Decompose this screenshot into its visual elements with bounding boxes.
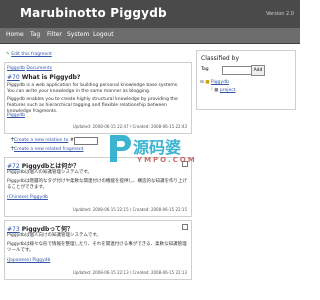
header: Marubinotto Piggydb Version 2.0 [0, 0, 300, 28]
tag-input[interactable] [222, 66, 252, 75]
breadcrumb-documents[interactable]: Documents [26, 66, 52, 71]
tag-piggydb[interactable]: Piggydb [7, 113, 25, 118]
fragment-70-panel: Piggydb Documents #70 What is Piggydb? P… [4, 62, 192, 134]
tree-item-project: └ ■ project [210, 88, 236, 93]
watermark-subtext: YMPO.COM [137, 156, 197, 164]
tree-item-piggydb: ⊟ ■ Piggydb [200, 80, 229, 85]
fragment-70-title: #70 What is Piggydb? [7, 74, 81, 81]
fragment-70-text-1: Piggydb is a web application for buildin… [7, 83, 179, 94]
nav-home[interactable]: Home [6, 31, 24, 38]
fragment-73-checkbox[interactable] [182, 224, 188, 230]
version-label: Version 2.0 [266, 11, 294, 17]
fragment-72-id[interactable]: #72 [7, 163, 20, 170]
edit-link-row: ✎ Edit this fragment [6, 52, 52, 57]
tag-tree: ⊟ ■ Piggydb └ ■ project [200, 80, 290, 102]
fragment-73-title: #73 Piggydbって何？ [7, 226, 74, 233]
fragment-73-meta: Updated: 2008-06-15 22:13 / Created: 200… [72, 270, 187, 275]
fragment-70-id[interactable]: #70 [7, 74, 20, 81]
fragment-73-panel: #73 Piggydbって何？ Piggydbは個人向けの知識管理システムです。… [4, 220, 192, 280]
fragment-72-tags: (Chinese) Piggydb [7, 195, 48, 200]
watermark-logo-icon [110, 135, 131, 162]
edit-icon: ✎ [6, 52, 10, 57]
fragment-72-meta: Updated: 2008-06-15 22:15 / Created: 200… [72, 207, 187, 212]
tag-japanese-piggydb[interactable]: (Japanese) Piggydb [7, 258, 50, 263]
create-related-fragment-link[interactable]: Create a new related fragment [14, 147, 83, 152]
tag-chinese-piggydb[interactable]: (Chinese) Piggydb [7, 195, 48, 200]
nav-system[interactable]: System [67, 31, 89, 38]
tag-field-label: Tag [201, 67, 209, 72]
breadcrumb-piggydb[interactable]: Piggydb [7, 66, 25, 71]
app-window: Marubinotto Piggydb Version 2.0 Home Tag… [0, 0, 300, 300]
app-title: Marubinotto Piggydb [20, 6, 167, 20]
breadcrumb: Piggydb Documents [7, 66, 52, 71]
fragment-73-id[interactable]: #73 [7, 226, 20, 233]
edit-fragment-link[interactable]: Edit this fragment [11, 52, 52, 57]
expand-icon[interactable]: ⊟ [200, 80, 204, 85]
fragment-70-text-2: Piggydb enables you to create highly str… [7, 97, 178, 114]
add-tag-button[interactable]: Add [251, 65, 265, 76]
nav-filter[interactable]: Filter [47, 31, 62, 38]
fragment-73-text-2: Piggydbは様々な形で情報を整理したり、それを関連付ける事ができる、柔軟な知… [7, 242, 187, 253]
create-relation-link[interactable]: Create a new relation to [14, 138, 68, 143]
fragment-70-meta: Updated: 2008-06-15 22:47 / Created: 200… [72, 124, 187, 129]
watermark-text: 源码婆 [133, 138, 182, 157]
watermark: 源码婆 YMPO.COM [105, 130, 205, 190]
sidebar-title: Classified by [201, 55, 239, 62]
nav-tag[interactable]: Tag [30, 31, 40, 38]
tree-branch-icon: └ [210, 88, 213, 93]
fragment-73-text-1: Piggydbは個人向けの知識管理システムです。 [7, 233, 101, 238]
tag-icon: ■ [214, 88, 219, 93]
main-nav: Home Tag Filter System Logout [0, 28, 300, 44]
fragment-72-title: #72 Piggydbとは何か？ [7, 163, 80, 170]
fragment-73-tags: (Japanese) Piggydb [7, 258, 50, 263]
relation-id-input[interactable] [74, 137, 98, 145]
folder-icon: ■ [205, 80, 210, 85]
fragment-70-tags: Piggydb [7, 113, 25, 118]
nav-logout[interactable]: Logout [93, 31, 114, 38]
